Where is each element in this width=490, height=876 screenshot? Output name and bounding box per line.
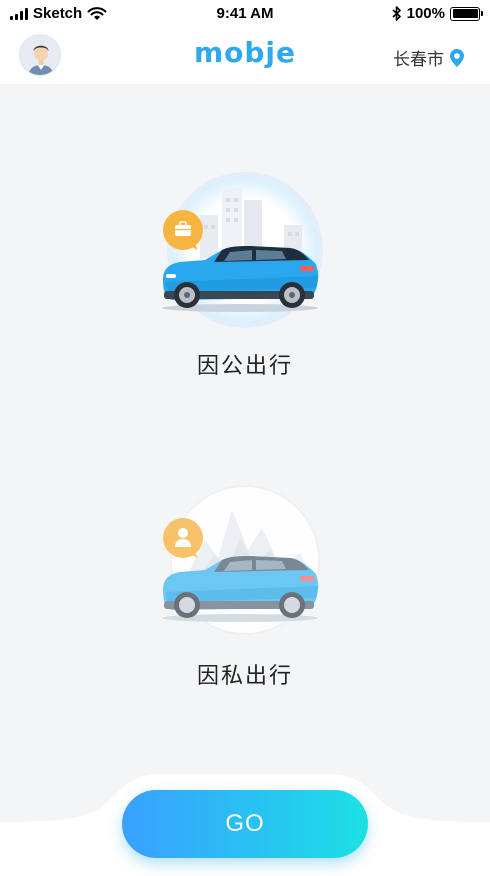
battery-percent: 100% (406, 5, 445, 22)
nav-bar: mobje 长春市 (0, 30, 490, 84)
location-pin-icon (450, 48, 464, 67)
private-trip-label: 因私出行 (196, 664, 293, 689)
business-trip-option[interactable]: 因公出行 (0, 170, 490, 380)
person-icon (175, 528, 191, 547)
private-trip-illustration (0, 480, 490, 640)
bottom-bar: GO (0, 770, 490, 876)
private-trip-option[interactable]: 因私出行 (0, 480, 490, 690)
private-car-illustration (162, 485, 320, 635)
bluetooth-icon (392, 6, 401, 21)
city-label: 长春市 (393, 50, 444, 70)
briefcase-icon (175, 221, 191, 236)
status-bar: Sketch 9:41 AM 100% (0, 0, 490, 30)
go-button[interactable]: GO (122, 790, 368, 858)
status-right: 100% (392, 5, 483, 22)
business-trip-illustration (0, 170, 490, 330)
business-car-illustration (162, 172, 323, 328)
battery-icon (450, 6, 483, 21)
city-selector[interactable]: 长春市 (393, 45, 464, 70)
business-trip-label: 因公出行 (196, 354, 293, 379)
